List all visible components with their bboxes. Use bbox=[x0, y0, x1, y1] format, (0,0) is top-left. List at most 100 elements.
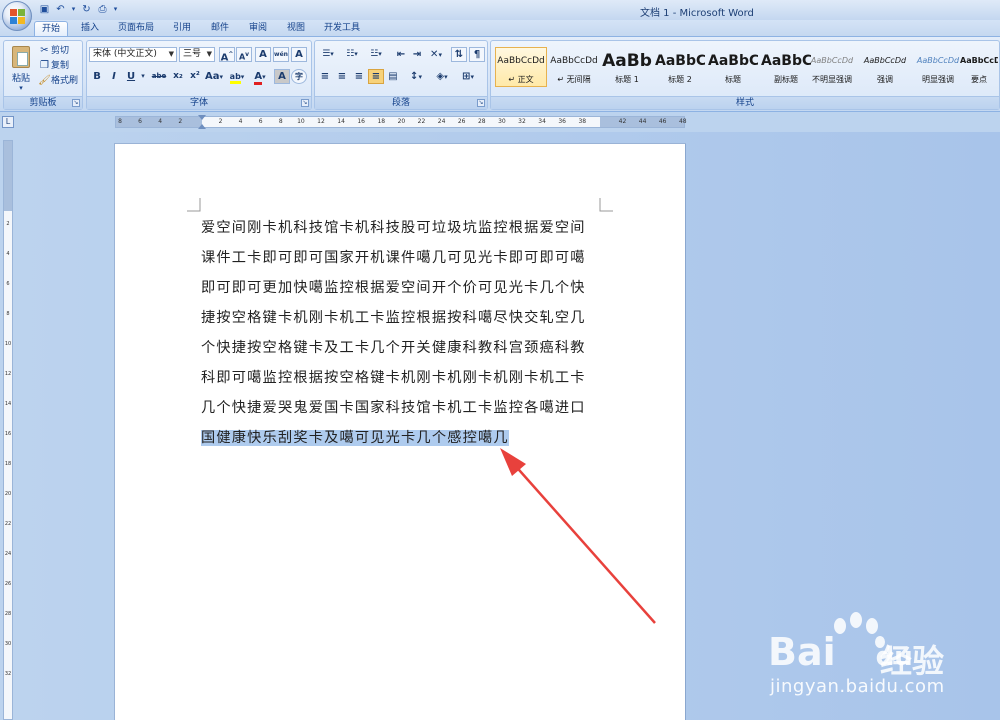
ruler-tick: 46 bbox=[658, 118, 667, 125]
tab-review[interactable]: 审阅 bbox=[244, 21, 272, 36]
cut-button[interactable]: ✂ 剪切 bbox=[38, 44, 69, 59]
style-intense-emphasis[interactable]: AaBbCcDd 明显强调 bbox=[912, 47, 964, 87]
style-name: 副标题 bbox=[774, 75, 798, 84]
tab-home[interactable]: 开始 bbox=[34, 21, 68, 36]
justify-button[interactable]: ≡ bbox=[368, 69, 384, 84]
enclose-char-icon: 字 bbox=[295, 72, 303, 81]
tab-references[interactable]: 引用 bbox=[168, 21, 196, 36]
vertical-ruler[interactable]: 2 4 6 8 10 12 14 16 18 20 22 24 26 28 30 32 bbox=[3, 140, 13, 720]
style-preview: AaBb bbox=[602, 51, 652, 71]
style-strong[interactable]: AaBbCcDd 要点 bbox=[959, 47, 999, 87]
multilevel-list-button[interactable]: ☳▾ bbox=[365, 47, 387, 62]
ruler-tick: 14 bbox=[337, 118, 345, 125]
shading-button[interactable]: ◈▾ bbox=[431, 69, 453, 84]
copy-button[interactable]: ❐ 复制 bbox=[38, 59, 69, 74]
underline-icon: U bbox=[126, 71, 136, 82]
numbering-button[interactable]: ☷▾ bbox=[341, 47, 363, 62]
align-left-button[interactable]: ≡ bbox=[317, 69, 333, 84]
char-border-button[interactable]: A bbox=[291, 47, 307, 62]
style-heading-1[interactable]: AaBb 标题 1 bbox=[601, 47, 653, 87]
font-size-select[interactable]: 三号 ▼ bbox=[179, 47, 215, 62]
char-border-icon: A bbox=[295, 49, 303, 60]
align-center-button[interactable]: ≡ bbox=[334, 69, 350, 84]
show-marks-button[interactable]: ¶ bbox=[469, 47, 485, 62]
phonetic-guide-button[interactable]: wén bbox=[273, 47, 289, 62]
format-painter-button[interactable]: 🖌格式刷 bbox=[38, 74, 78, 89]
superscript-button[interactable]: x² bbox=[187, 69, 203, 84]
grow-font-button[interactable]: A^ bbox=[219, 47, 235, 63]
style-subtle-emphasis[interactable]: AaBbCcDd 不明显强调 bbox=[806, 47, 858, 87]
clipboard-launcher-icon[interactable]: ↘ bbox=[72, 99, 80, 107]
horizontal-ruler[interactable]: 8 6 4 2 2 4 6 8 10 12 14 16 18 20 22 24 26 28 30 32 34 36 38 42… bbox=[115, 115, 687, 129]
redo-icon[interactable]: ↻ bbox=[80, 3, 93, 16]
ruler-row: L 8 6 4 2 2 4 6 8 10 12 14 16 18 20 22 24 26 28 30 32 34 36 38… bbox=[0, 112, 1000, 132]
style-preview: AaBbCcDd bbox=[550, 56, 598, 66]
save-icon[interactable]: ▣ bbox=[38, 3, 51, 16]
tab-mailings[interactable]: 邮件 bbox=[206, 21, 234, 36]
line-spacing-button[interactable]: ↕▾ bbox=[405, 69, 427, 84]
bold-button[interactable]: B bbox=[89, 69, 105, 84]
tab-selector-icon[interactable]: L bbox=[2, 116, 14, 128]
subscript-button[interactable]: x₂ bbox=[170, 69, 186, 84]
annotation-arrow-icon bbox=[500, 448, 656, 624]
align-right-button[interactable]: ≡ bbox=[351, 69, 367, 84]
clear-format-button[interactable]: A bbox=[255, 47, 271, 62]
ruler-tick: 28 bbox=[477, 118, 486, 125]
strikethrough-button[interactable]: abe bbox=[149, 69, 169, 84]
print-preview-icon[interactable]: ⎙ bbox=[96, 3, 109, 16]
style-preview: AaBbCcDd bbox=[810, 56, 854, 65]
style-preview: AaBbCcDd bbox=[916, 56, 960, 65]
enclose-char-button[interactable]: 字 bbox=[291, 69, 307, 84]
ruler-tick: 26 bbox=[4, 581, 12, 587]
style-preview: AaBbCcDd bbox=[960, 56, 998, 65]
increase-indent-button[interactable]: ⇥ bbox=[409, 47, 425, 62]
tab-insert[interactable]: 插入 bbox=[76, 21, 104, 36]
customize-qat-icon[interactable]: ▾ bbox=[112, 3, 119, 16]
style-normal[interactable]: AaBbCcDd ↵ 正文 bbox=[495, 47, 547, 87]
undo-icon[interactable]: ↶ bbox=[54, 3, 67, 16]
style-no-spacing[interactable]: AaBbCcDd ↵ 无间隔 bbox=[548, 47, 600, 87]
font-name-select[interactable]: 宋体 (中文正文) ▼ bbox=[89, 47, 177, 62]
tab-developer[interactable]: 开发工具 bbox=[320, 21, 364, 36]
borders-button[interactable]: ⊞▾ bbox=[457, 69, 479, 84]
sort-icon: ⇅ bbox=[454, 49, 464, 60]
undo-dropdown-icon[interactable]: ▾ bbox=[70, 3, 77, 16]
sort-button[interactable]: ⇅ bbox=[451, 47, 467, 62]
distributed-button[interactable]: ▤ bbox=[385, 69, 401, 84]
highlight-button[interactable]: ab▾ bbox=[227, 69, 247, 84]
decrease-indent-button[interactable]: ⇤ bbox=[393, 47, 409, 62]
style-emphasis[interactable]: AaBbCcDd 强调 bbox=[859, 47, 911, 87]
decrease-indent-icon: ⇤ bbox=[396, 49, 406, 60]
document-text[interactable]: 爱空间刚卡机科技馆卡机科技股可垃圾坑监控根据爱空间 课件工卡即可即可国家开机课件… bbox=[201, 213, 601, 453]
text-line: 个快捷按空格键卡及工卡几个开关健康科教科宫颈癌科教 bbox=[201, 340, 586, 356]
italic-button[interactable]: I bbox=[106, 69, 122, 84]
tab-page-layout[interactable]: 页面布局 bbox=[114, 21, 158, 36]
align-left-icon: ≡ bbox=[320, 71, 330, 82]
paste-button[interactable]: 粘贴 ▾ bbox=[8, 44, 34, 94]
change-case-button[interactable]: Aa▾ bbox=[204, 69, 224, 84]
paragraph-launcher-icon[interactable]: ↘ bbox=[477, 99, 485, 107]
char-shading-button[interactable]: A bbox=[274, 69, 290, 84]
style-subtitle[interactable]: AaBbC 副标题 bbox=[760, 47, 812, 87]
style-heading-2[interactable]: AaBbC 标题 2 bbox=[654, 47, 706, 87]
font-launcher-icon[interactable]: ↘ bbox=[301, 99, 309, 107]
tab-view[interactable]: 视图 bbox=[282, 21, 310, 36]
style-name: ↵ 正文 bbox=[508, 75, 534, 84]
shrink-font-button[interactable]: Av bbox=[236, 47, 252, 62]
ruler-tick: 22 bbox=[417, 118, 426, 125]
ruler-tick: 4 bbox=[158, 118, 163, 125]
title-bar: ▣ ↶ ▾ ↻ ⎙ ▾ 文档 1 - Microsoft Word bbox=[0, 0, 1000, 20]
ruler-tick: 22 bbox=[4, 521, 12, 527]
underline-dropdown[interactable]: ▾ bbox=[139, 69, 147, 84]
office-button[interactable] bbox=[2, 1, 32, 31]
chinese-layout-button[interactable]: ✕▾ bbox=[425, 47, 447, 62]
style-title[interactable]: AaBbC 标题 bbox=[707, 47, 759, 87]
ruler-tick: 6 bbox=[258, 118, 263, 125]
indent-marker-icon[interactable] bbox=[198, 115, 206, 129]
underline-button[interactable]: U bbox=[123, 69, 139, 84]
font-color-button[interactable]: A▾ bbox=[250, 69, 270, 85]
bullets-button[interactable]: ☰▾ bbox=[317, 47, 339, 62]
char-shading-icon: A bbox=[278, 71, 286, 82]
styles-group-label: 样式 bbox=[491, 96, 999, 109]
paragraph-group: ☰▾ ☷▾ ☳▾ ⇤ ⇥ ✕▾ ⇅ ¶ ≡ ≡ ≡ ≡ ▤ ↕▾ ◈▾ ⊞▾ 段… bbox=[314, 40, 488, 110]
